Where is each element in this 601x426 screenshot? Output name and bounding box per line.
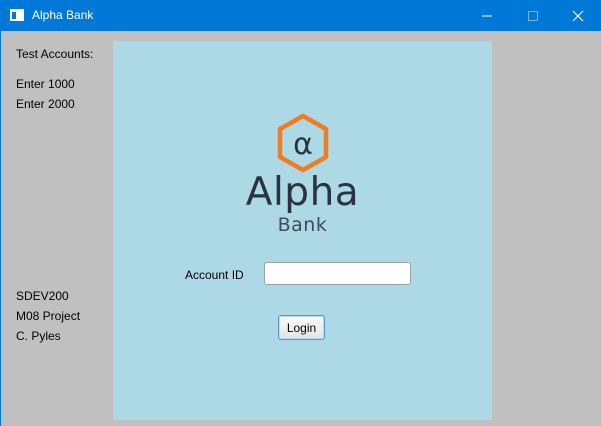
logo-symbol: α (293, 127, 313, 162)
window-border (0, 31, 1, 426)
window-title: Alpha Bank (32, 8, 94, 22)
minimize-button[interactable] (464, 0, 510, 31)
brand-subname: Bank (277, 214, 328, 236)
maximize-button[interactable] (510, 0, 556, 31)
login-panel: α Alpha Bank Account ID Login (113, 41, 492, 420)
close-icon (572, 10, 584, 22)
minimize-icon (482, 15, 492, 17)
credit-course: SDEV200 (16, 289, 69, 303)
account-id-input[interactable] (264, 262, 411, 285)
test-account-item: Enter 1000 (16, 77, 75, 91)
alpha-logo-icon: α (277, 113, 329, 173)
window-titlebar[interactable]: Alpha Bank (0, 0, 601, 31)
close-button[interactable] (555, 0, 601, 31)
login-button[interactable]: Login (278, 315, 325, 340)
app-icon (10, 9, 24, 21)
test-account-item: Enter 2000 (16, 97, 75, 111)
brand-name: Alpha (245, 170, 360, 215)
account-id-label: Account ID (185, 268, 244, 282)
credit-project: M08 Project (16, 309, 81, 323)
test-accounts-heading: Test Accounts: (16, 47, 94, 61)
maximize-icon (528, 11, 538, 21)
credit-author: C. Pyles (16, 329, 61, 343)
